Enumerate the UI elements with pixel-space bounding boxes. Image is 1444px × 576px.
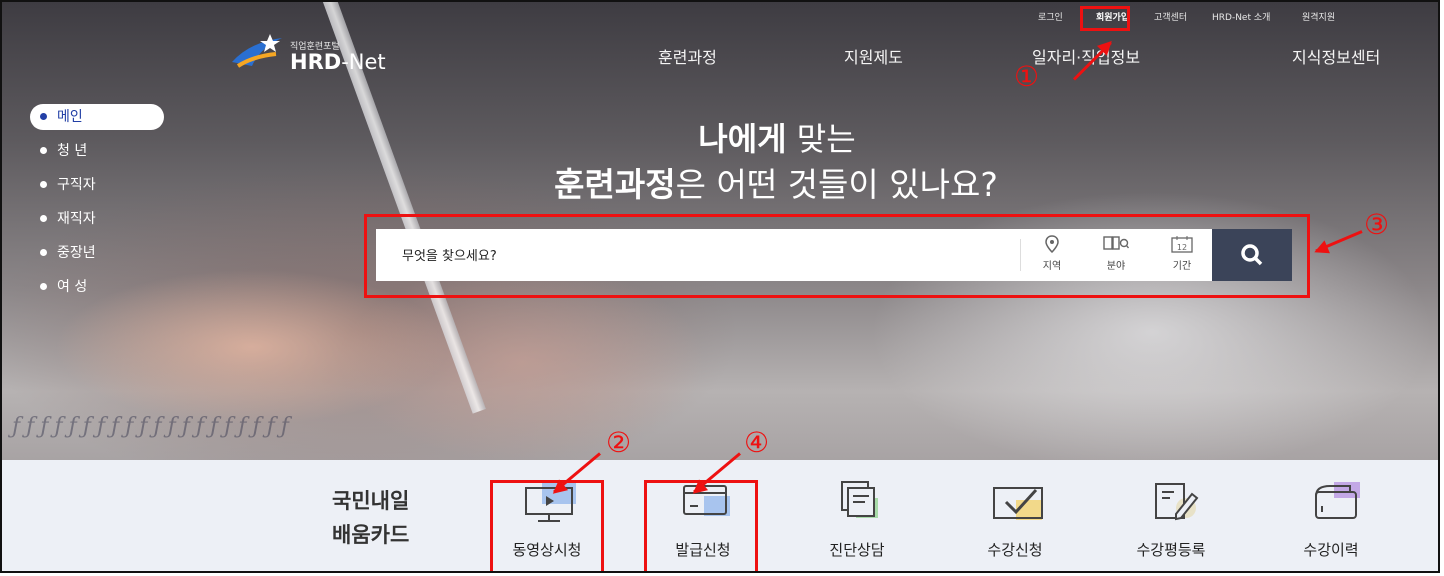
chat-document-icon — [832, 480, 888, 524]
location-pin-icon — [1032, 235, 1072, 255]
calendar-icon: 12 — [1162, 235, 1202, 255]
svg-text:12: 12 — [1177, 243, 1187, 252]
category-search-icon — [1096, 235, 1136, 255]
marker-1: ① — [1014, 60, 1040, 93]
filter-field-button[interactable]: 분야 — [1096, 235, 1136, 272]
search-input[interactable] — [376, 229, 1034, 283]
search-bar: 지역 분야 12 기간 — [376, 229, 1292, 283]
page-frame: ƒƒƒƒƒƒƒƒƒƒƒƒƒƒƒƒƒƒƒƒ 로그인 회원가입 고객센터 HRD-N… — [0, 0, 1440, 573]
bullet-icon — [40, 214, 47, 222]
headline-line2: 훈련과정은 어떤 것들이 있나요? — [554, 165, 998, 204]
card-title: 국민내일 배움카드 — [332, 489, 410, 547]
customer-center-link[interactable]: 고객센터 — [1154, 10, 1187, 23]
filter-period-button[interactable]: 12 기간 — [1162, 235, 1202, 272]
notebook-spiral-decoration: ƒƒƒƒƒƒƒƒƒƒƒƒƒƒƒƒƒƒƒƒ — [12, 414, 295, 439]
logo-star-icon — [232, 34, 282, 68]
nav-knowledge-center[interactable]: 지식정보센터 — [1292, 44, 1380, 68]
checkbox-icon — [990, 480, 1046, 524]
hero-banner: ƒƒƒƒƒƒƒƒƒƒƒƒƒƒƒƒƒƒƒƒ 로그인 회원가입 고객센터 HRD-N… — [2, 2, 1438, 460]
filter-region-button[interactable]: 지역 — [1032, 235, 1072, 272]
marker-2: ② — [606, 426, 632, 459]
document-edit-icon — [1146, 480, 1202, 524]
logo-title: HRD-Net — [290, 50, 386, 74]
nav-support-system[interactable]: 지원제도 — [844, 44, 903, 68]
marker-4: ④ — [744, 426, 770, 459]
search-icon — [1241, 244, 1263, 266]
signup-highlight-box — [1080, 6, 1130, 31]
search-button[interactable] — [1212, 229, 1292, 281]
divider — [1020, 239, 1021, 271]
marker-3: ③ — [1364, 208, 1390, 241]
remote-support-link[interactable]: 원격지원 — [1302, 10, 1335, 23]
nav-training-courses[interactable]: 훈련과정 — [658, 44, 717, 68]
wallet-history-icon — [1306, 480, 1362, 524]
hrdnet-logo[interactable]: 직업훈련포털 HRD-Net — [230, 32, 386, 76]
video-highlight-box — [490, 480, 604, 571]
side-item-women[interactable]: 여 성 — [30, 274, 87, 300]
headline-line1: 나에게 맞는 — [698, 120, 856, 158]
about-hrdnet-link[interactable]: HRD-Net 소개 — [1212, 10, 1270, 23]
bullet-icon — [40, 282, 47, 290]
side-item-employee[interactable]: 재직자 — [30, 206, 96, 232]
side-item-middle-aged[interactable]: 중장년 — [30, 240, 96, 266]
login-link[interactable]: 로그인 — [1038, 10, 1063, 23]
bullet-icon — [40, 248, 47, 256]
arrow-3 — [1315, 230, 1363, 253]
